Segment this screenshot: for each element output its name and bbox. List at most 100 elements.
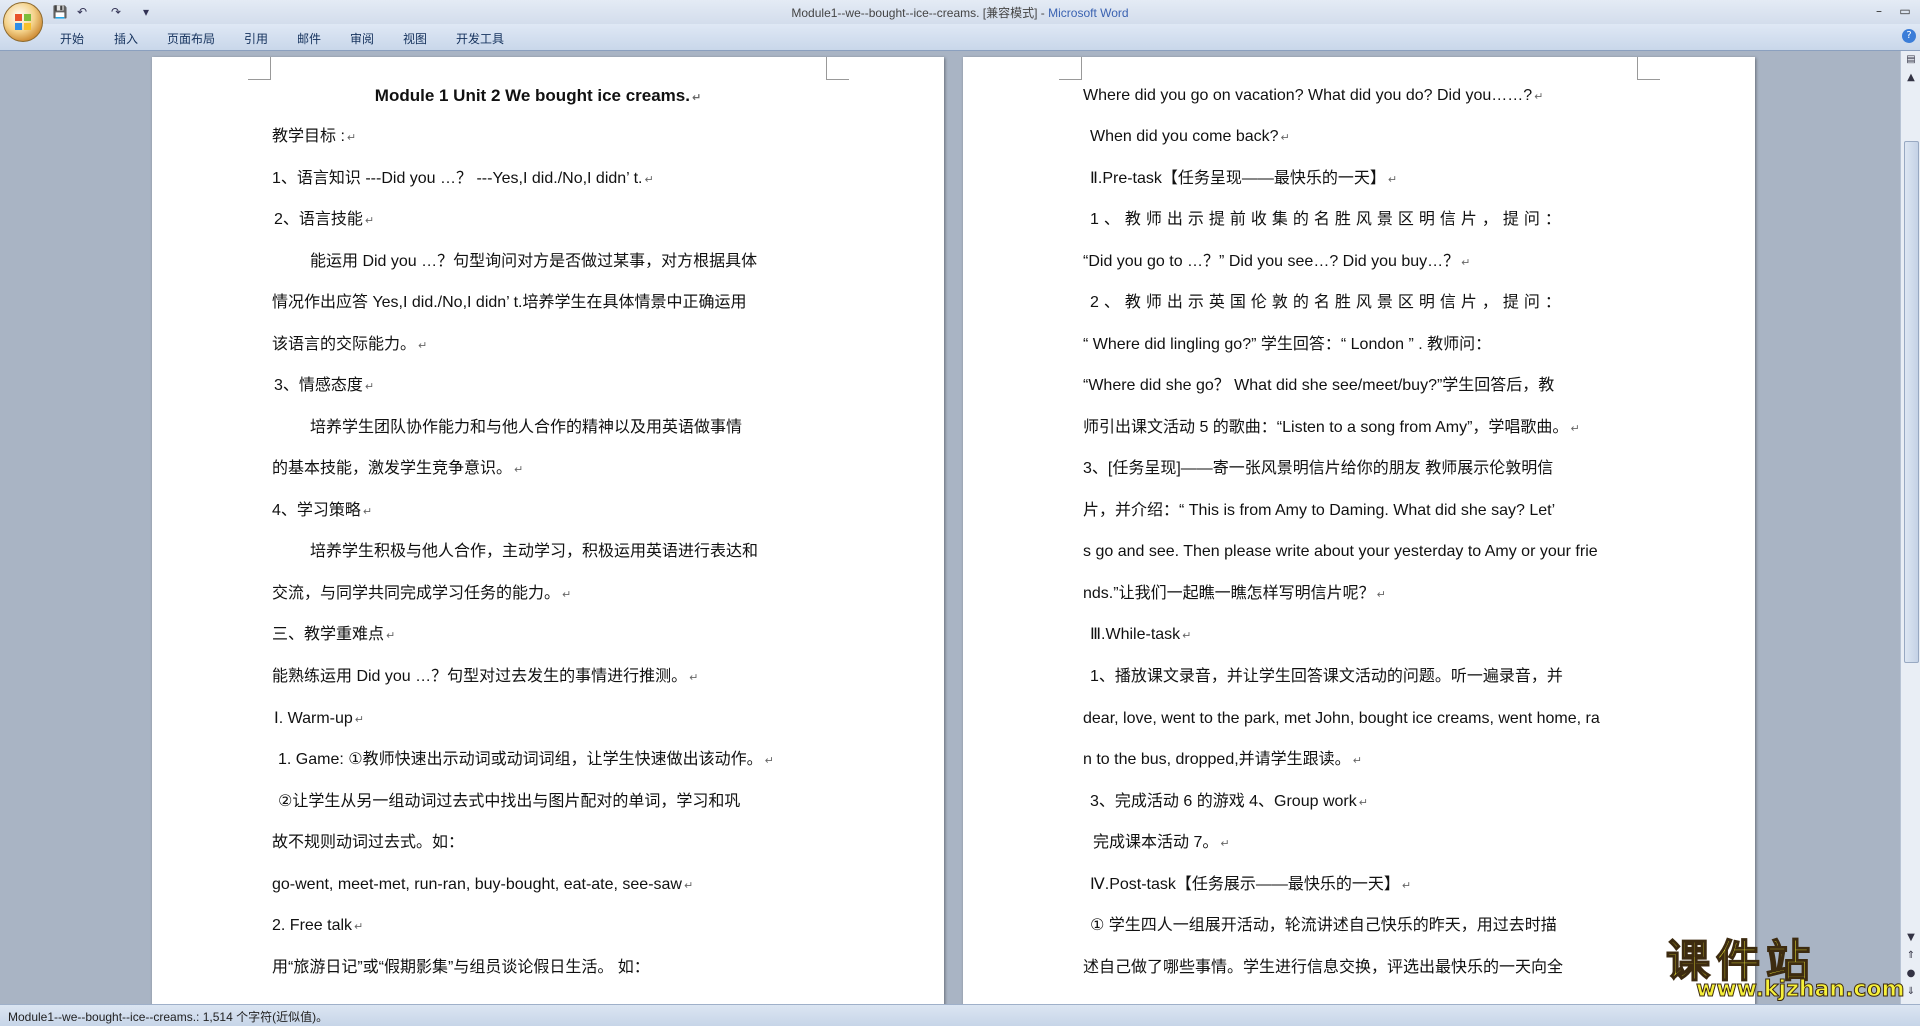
paragraph: 3、完成活动 6 的游戏 4、Group work ↵ — [1090, 793, 1368, 810]
paragraph-text: 1. Game: ①教师快速出示动词或动词词组，让学生快速做出该动作。 — [278, 751, 763, 768]
paragraph: 三、教学重难点 ↵ — [272, 626, 396, 643]
paragraph: 2、教师出示英国伦敦的名胜风景区明信片，提问： — [1090, 292, 1882, 314]
paragraph-text: 情况作出应答 Yes,I did./No,I didn’ t.培养学生在具体情景… — [272, 294, 747, 311]
scroll-down-icon[interactable]: ▼ — [1904, 931, 1918, 945]
scroll-up-icon[interactable]: ▲ — [1904, 71, 1918, 85]
crop-mark — [1059, 57, 1082, 80]
heading-text: Module 1 Unit 2 We bought ice creams. — [374, 86, 690, 105]
paragraph: 交流，与同学共同完成学习任务的能力。 ↵ — [272, 585, 572, 602]
paragraph: 该语言的交际能力。 ↵ — [272, 336, 428, 353]
paragraph-text: 培养学生积极与他人合作，主动学习，积极运用英语进行表达和 — [310, 543, 759, 560]
paragraph-text: 师引出课文活动 5 的歌曲：“Listen to a song from Amy… — [1083, 419, 1569, 436]
document-name: Module1--we--bought--ice--creams. [兼容模式]… — [791, 6, 1049, 20]
paragraph-text: Ⅰ. Warm-up — [274, 710, 353, 727]
tab-references[interactable]: 引用 — [244, 30, 268, 47]
paragraph: Ⅰ. Warm-up ↵ — [274, 710, 365, 727]
paragraph-text: 3、完成活动 6 的游戏 4、Group work — [1090, 793, 1357, 810]
tab-page-layout[interactable]: 页面布局 — [167, 30, 215, 47]
paragraph: dear, love, went to the park, met John, … — [1083, 708, 1875, 730]
paragraph: 的基本技能，激发学生竞争意识。 ↵ — [272, 460, 524, 477]
paragraph-text: go-went, meet-met, run-ran, buy-bought, … — [272, 876, 682, 893]
paragraph: 教学目标 : ↵ — [272, 128, 357, 145]
page-right[interactable]: Where did you go on vacation? What did y… — [963, 57, 1755, 1004]
page-left[interactable]: Module 1 Unit 2 We bought ice creams. ↵ 教… — [152, 57, 944, 1004]
paragraph: s go and see. Then please write about yo… — [1083, 541, 1875, 563]
help-icon[interactable]: ? — [1902, 29, 1916, 43]
maximize-button[interactable]: ▭ — [1894, 2, 1916, 20]
app-name: Microsoft Word — [1048, 6, 1129, 20]
watermark-logo: 课件站 www.kjzhan.com — [1665, 925, 1906, 1003]
tab-review[interactable]: 审阅 — [350, 30, 374, 47]
paragraph: 2、语言技能 ↵ — [274, 211, 375, 228]
paragraph: 3、情感态度 ↵ — [274, 377, 375, 394]
paragraph: Where did you go on vacation? What did y… — [1083, 87, 1544, 104]
paragraph-text: 3、情感态度 — [274, 377, 363, 394]
paragraph: 情况作出应答 Yes,I did./No,I didn’ t.培养学生在具体情景… — [272, 292, 1064, 314]
paragraph-text: 用“旅游日记”或“假期影集”与组员谈论假日生活。 如： — [272, 959, 650, 976]
paragraph-text: Where did you go on vacation? What did y… — [1083, 87, 1533, 104]
paragraph: Ⅲ.While-task ↵ — [1090, 626, 1192, 643]
paragraph-text: 的基本技能，激发学生竞争意识。 — [272, 460, 513, 477]
window-title: Module1--we--bought--ice--creams. [兼容模式]… — [0, 4, 1920, 21]
paragraph-text: 1、教师出示提前收集的名胜风景区明信片，提问： — [1090, 211, 1566, 228]
ruler-toggle-icon[interactable]: ▤ — [1904, 53, 1918, 67]
vertical-scrollbar[interactable]: ▤ ▲ ▼ ⇑ ● ⇓ — [1900, 51, 1920, 1004]
paragraph-text: dear, love, went to the park, met John, … — [1083, 710, 1600, 727]
paragraph-text: 1、语言知识 ---Did you …？ ---Yes,I did./No,I … — [272, 170, 643, 187]
crop-mark — [248, 57, 271, 80]
word-count-status[interactable]: Module1--we--bought--ice--creams.: 1,514… — [8, 1008, 328, 1025]
paragraph-text: n to the bus, dropped,并请学生跟读。 — [1083, 751, 1351, 768]
paragraph: ②让学生从另一组动词过去式中找出与图片配对的单词，学习和巩 — [278, 791, 1070, 813]
document-heading: Module 1 Unit 2 We bought ice creams. ↵ — [374, 86, 702, 105]
paragraph-text: 1、播放课文录音，并让学生回答课文活动的问题。听一遍录音，并 — [1090, 668, 1563, 685]
next-page-icon[interactable]: ⇓ — [1904, 985, 1918, 999]
paragraph: 3、[任务呈现]——寄一张风景明信片给你的朋友 教师展示伦敦明信 — [1083, 458, 1875, 480]
paragraph-text: “Where did she go？ What did she see/meet… — [1083, 377, 1555, 394]
paragraph-text: ②让学生从另一组动词过去式中找出与图片配对的单词，学习和巩 — [278, 793, 741, 810]
tab-home[interactable]: 开始 — [60, 30, 84, 47]
tab-developer[interactable]: 开发工具 — [456, 30, 504, 47]
paragraph: nds.”让我们一起瞧一瞧怎样写明信片呢？ ↵ — [1083, 585, 1386, 602]
select-browse-object-icon[interactable]: ● — [1904, 967, 1918, 981]
paragraph: 4、学习策略 ↵ — [272, 502, 373, 519]
status-bar: Module1--we--bought--ice--creams.: 1,514… — [0, 1004, 1920, 1026]
ribbon-tab-bar: 开始 插入 页面布局 引用 邮件 审阅 视图 开发工具 ? — [0, 24, 1920, 51]
paragraph-text: 完成课本活动 7。 — [1093, 834, 1219, 851]
paragraph: 能熟练运用 Did you …？句型对过去发生的事情进行推测。 ↵ — [272, 668, 699, 685]
paragraph-text: s go and see. Then please write about yo… — [1083, 543, 1598, 560]
paragraph: 用“旅游日记”或“假期影集”与组员谈论假日生活。 如： — [272, 957, 1064, 979]
paragraph: Ⅳ.Post-task【任务展示——最快乐的一天】 ↵ — [1090, 876, 1412, 893]
paragraph-text: 述自己做了哪些事情。学生进行信息交换，评选出最快乐的一天向全 — [1083, 959, 1564, 976]
paragraph: Ⅱ.Pre-task【任务呈现——最快乐的一天】 ↵ — [1090, 170, 1398, 187]
paragraph-text: Ⅱ.Pre-task【任务呈现——最快乐的一天】 — [1090, 170, 1386, 187]
crop-mark — [826, 57, 849, 80]
tab-mailings[interactable]: 邮件 — [297, 30, 321, 47]
crop-mark — [1637, 57, 1660, 80]
paragraph: “Where did she go？ What did she see/meet… — [1083, 375, 1875, 397]
paragraph-text: 3、[任务呈现]——寄一张风景明信片给你的朋友 教师展示伦敦明信 — [1083, 460, 1554, 477]
tab-insert[interactable]: 插入 — [114, 30, 138, 47]
watermark-url: www.kjzhan.com — [1696, 977, 1906, 1003]
tab-view[interactable]: 视图 — [403, 30, 427, 47]
paragraph: 1、教师出示提前收集的名胜风景区明信片，提问： — [1090, 209, 1882, 231]
paragraph: “ Where did lingling go?” 学生回答：“ London … — [1083, 334, 1875, 356]
paragraph-text: Ⅲ.While-task — [1090, 626, 1181, 643]
office-button[interactable] — [3, 2, 43, 42]
minimize-button[interactable]: – — [1868, 2, 1890, 20]
paragraph-text: 能运用 Did you …？句型询问对方是否做过某事，对方根据具体 — [310, 253, 758, 270]
scrollbar-thumb[interactable] — [1904, 141, 1919, 663]
paragraph-text: “Did you go to …？” Did you see…? Did you… — [1083, 253, 1460, 270]
paragraph-text: 该语言的交际能力。 — [272, 336, 417, 353]
paragraph: 完成课本活动 7。 ↵ — [1093, 834, 1230, 851]
document-workspace[interactable]: Module 1 Unit 2 We bought ice creams. ↵ 教… — [0, 51, 1900, 1004]
paragraph: 故不规则动词过去式。如： — [272, 832, 1064, 854]
paragraph: 1、播放课文录音，并让学生回答课文活动的问题。听一遍录音，并 — [1090, 666, 1882, 688]
paragraph-text: 教学目标 : — [272, 128, 345, 145]
paragraph-text: 故不规则动词过去式。如： — [272, 834, 465, 851]
previous-page-icon[interactable]: ⇑ — [1904, 949, 1918, 963]
paragraph: 1、语言知识 ---Did you …？ ---Yes,I did./No,I … — [272, 170, 654, 187]
paragraph: “Did you go to …？” Did you see…? Did you… — [1083, 253, 1471, 270]
paragraph-text: 4、学习策略 — [272, 502, 361, 519]
paragraph: n to the bus, dropped,并请学生跟读。 ↵ — [1083, 751, 1362, 768]
paragraph-text: nds.”让我们一起瞧一瞧怎样写明信片呢？ — [1083, 585, 1375, 602]
